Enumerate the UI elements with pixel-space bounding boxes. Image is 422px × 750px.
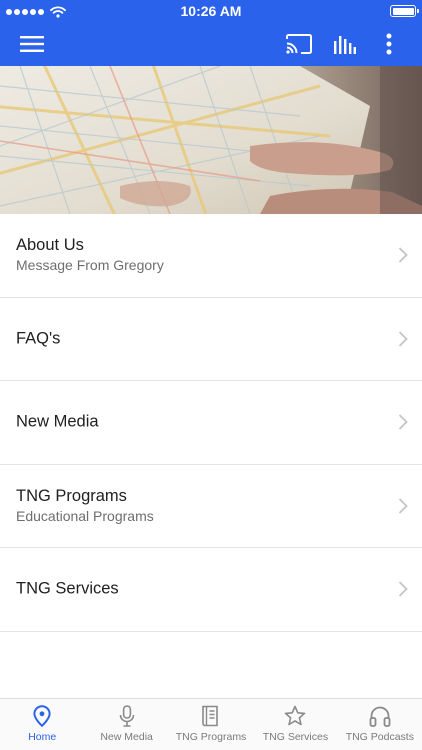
menu-icon	[20, 36, 44, 52]
headphones-icon	[369, 706, 391, 727]
microphone-icon	[119, 705, 134, 727]
tab-tng-programs[interactable]: TNG Programs	[169, 699, 253, 750]
menu-item-title: FAQ's	[16, 329, 61, 348]
menu-item-about-us[interactable]: About Us Message From Gregory	[0, 214, 422, 298]
battery-icon	[390, 5, 419, 17]
equalizer-icon	[334, 36, 356, 54]
equalizer-button[interactable]	[322, 22, 368, 66]
map-photo	[0, 66, 422, 214]
cast-button[interactable]	[276, 22, 322, 66]
tab-tng-services[interactable]: TNG Services	[253, 699, 337, 750]
status-bar: 10:26 AM	[0, 0, 422, 22]
chevron-right-icon	[398, 498, 408, 514]
app-bar	[0, 22, 422, 66]
tab-home[interactable]: Home	[0, 699, 84, 750]
chevron-right-icon	[398, 247, 408, 263]
tab-bar: Home New Media TNG Programs TNG Services…	[0, 698, 422, 750]
menu-item-faqs[interactable]: FAQ's	[0, 298, 422, 381]
tab-label: TNG Programs	[175, 731, 247, 743]
menu-item-title: TNG Programs	[16, 486, 127, 505]
menu-item-tng-services[interactable]: TNG Services	[0, 548, 422, 632]
hero-image	[0, 66, 422, 214]
tab-label: Home	[28, 731, 57, 743]
location-pin-icon	[33, 705, 51, 727]
star-icon	[285, 705, 306, 726]
menu-item-title: TNG Services	[16, 579, 119, 598]
menu-item-new-media[interactable]: New Media	[0, 381, 422, 465]
menu-item-subtitle: Educational Programs	[16, 507, 154, 524]
tab-new-media[interactable]: New Media	[84, 699, 168, 750]
chevron-right-icon	[398, 414, 408, 430]
chevron-right-icon	[398, 331, 408, 347]
tab-label: New Media	[100, 731, 153, 743]
more-vert-icon	[386, 33, 392, 55]
menu-button[interactable]	[8, 22, 56, 66]
menu-item-subtitle: Message From Gregory	[16, 257, 164, 274]
cast-icon	[286, 34, 312, 54]
status-time: 10:26 AM	[180, 3, 242, 19]
tab-tng-podcasts[interactable]: TNG Podcasts	[338, 699, 422, 750]
menu-item-title: New Media	[16, 412, 99, 431]
menu-item-title: About Us	[16, 236, 84, 255]
tab-label: TNG Services	[262, 731, 329, 743]
more-options-button[interactable]	[368, 22, 410, 66]
menu-list: About Us Message From Gregory FAQ's New …	[0, 214, 422, 632]
menu-item-tng-programs[interactable]: TNG Programs Educational Programs	[0, 465, 422, 548]
tab-label: TNG Podcasts	[345, 731, 414, 743]
book-icon	[202, 705, 218, 727]
chevron-right-icon	[398, 581, 408, 597]
